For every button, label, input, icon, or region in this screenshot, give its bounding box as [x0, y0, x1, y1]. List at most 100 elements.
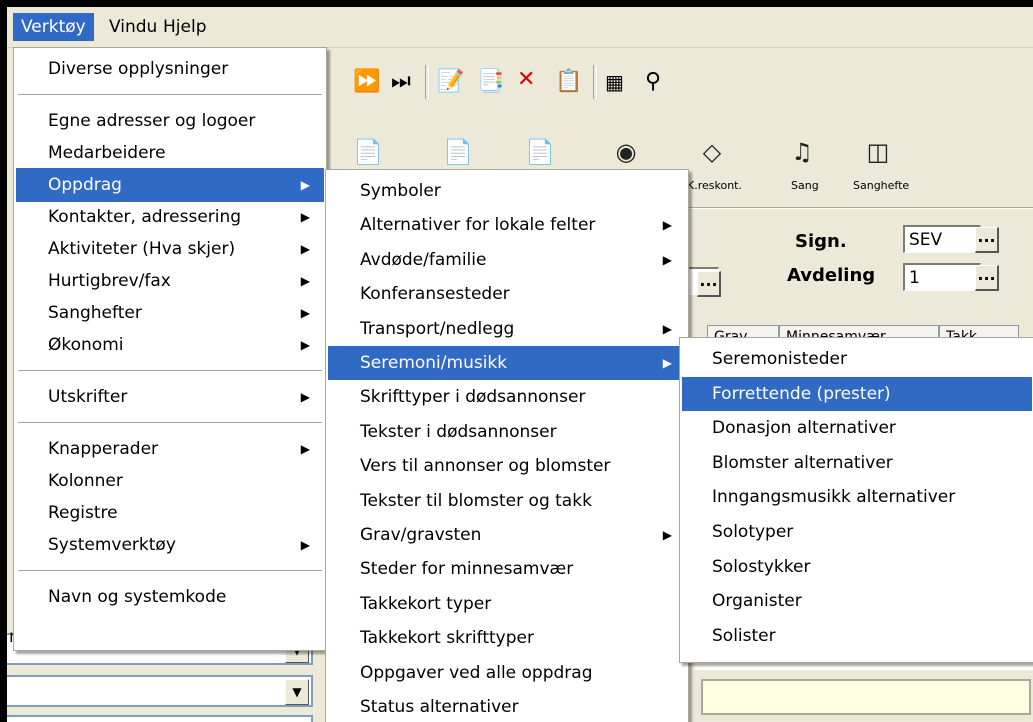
kreskont-label: K.reskont.	[687, 179, 742, 192]
menu-item-tekster-i-d-dsannonser[interactable]: Tekster i dødsannonser	[328, 415, 686, 449]
menu-item-registre[interactable]: Registre	[16, 496, 324, 530]
menu-item-grav-gravsten[interactable]: Grav/gravsten ▶	[328, 518, 686, 552]
menu-item-label: Symboler	[360, 181, 441, 201]
book-icon[interactable]: ◇	[697, 135, 727, 169]
menu-item-label: Utskrifter	[48, 387, 128, 407]
menu-item-kontakter-adressering[interactable]: Kontakter, adressering ▶	[16, 200, 324, 234]
menu-item-konomi[interactable]: Økonomi ▶	[16, 328, 324, 362]
menu-item-label: Diverse opplysninger	[48, 59, 229, 79]
menu-item-inngangsmusikk-alternativer[interactable]: Inngangsmusikk alternativer	[682, 480, 1032, 514]
menu-item-label: Kontakter, adressering	[48, 207, 242, 227]
submenu-arrow-icon: ▶	[300, 210, 310, 224]
menu-item-kolonner[interactable]: Kolonner	[16, 464, 324, 498]
menu-item-donasjon-alternativer[interactable]: Donasjon alternativer	[682, 411, 1032, 445]
delete-icon[interactable]: ✕	[517, 67, 535, 93]
menu-item-solotyper[interactable]: Solotyper	[682, 515, 1032, 549]
arrow-doc-icon[interactable]: 📑	[477, 69, 504, 95]
sign-lookup-button[interactable]: ...	[975, 227, 999, 253]
menu-item-label: Tekster til blomster og takk	[360, 490, 592, 511]
copy-icon[interactable]: 📋	[555, 69, 582, 95]
menu-item-konferansesteder[interactable]: Konferansesteder	[328, 277, 686, 311]
menu-item-label: Systemverktøy	[48, 535, 176, 555]
piggy-bank-icon[interactable]: ◉	[611, 135, 641, 169]
oppdrag-submenu: Symboler Alternativer for lokale felter ▶ A…	[325, 169, 689, 722]
avdeling-field[interactable]: 1	[903, 263, 981, 291]
menu-item-label: Steder for minnesamvær	[360, 559, 574, 580]
menu-item-symboler[interactable]: Symboler	[328, 174, 686, 208]
music-icon[interactable]: ♫	[787, 135, 817, 169]
menu-item-sanghefter[interactable]: Sanghefter ▶	[16, 296, 324, 330]
menu-item-label: Status alternativer	[360, 697, 519, 717]
chevron-down-icon[interactable]: ▼	[285, 679, 309, 705]
menu-item-label: Oppdrag	[48, 175, 122, 195]
doc-up-icon[interactable]: 📄	[443, 135, 473, 169]
menu-item-knapperader[interactable]: Knapperader ▶	[16, 432, 324, 466]
left-combo-3[interactable]	[7, 715, 313, 722]
menu-item-takkekort-typer[interactable]: Takkekort typer	[328, 587, 686, 621]
menu-item-organister[interactable]: Organister	[682, 584, 1032, 618]
menu-item-aktiviteter-hva-skjer[interactable]: Aktiviteter (Hva skjer) ▶	[16, 232, 324, 266]
menu-item-status-alternativer[interactable]: Status alternativer	[328, 690, 686, 722]
menu-item-medarbeidere[interactable]: Medarbeidere	[16, 136, 324, 170]
menu-item-label: Hurtigbrev/fax	[48, 271, 171, 291]
menu-item-seremonisteder[interactable]: Seremonisteder	[682, 342, 1032, 376]
menu-separator	[18, 370, 322, 371]
right-panel-yellow-field[interactable]	[701, 679, 1031, 715]
menu-item-avd-de-familie[interactable]: Avdøde/familie ▶	[328, 243, 686, 277]
menu-item-hurtigbrev-fax[interactable]: Hurtigbrev/fax ▶	[16, 264, 324, 298]
menu-item-label: Vers til annonser og blomster	[360, 456, 611, 477]
menu-item-label: Knapperader	[48, 439, 159, 459]
partial-lookup-button[interactable]: ...	[697, 271, 721, 297]
menu-bar: Verktøy Vindu Hjelp	[7, 7, 1033, 48]
key-icon[interactable]: ⚲	[645, 69, 661, 95]
menu-hjelp[interactable]: Hjelp	[155, 13, 214, 41]
booklet-icon[interactable]: ◫	[863, 135, 893, 169]
submenu-arrow-icon: ▶	[300, 442, 310, 456]
menu-item-oppdrag[interactable]: Oppdrag ▶	[16, 168, 324, 202]
menu-item-seremoni-musikk[interactable]: Seremoni/musikk ▶	[328, 346, 686, 380]
menu-item-forrettende-prester[interactable]: Forrettende (prester)	[682, 376, 1032, 411]
sign-field[interactable]: SEV	[903, 225, 981, 253]
menu-item-transport-nedlegg[interactable]: Transport/nedlegg ▶	[328, 312, 686, 346]
menu-item-egne-adresser-og-logoer[interactable]: Egne adresser og logoer	[16, 104, 324, 138]
sign-label: Sign.	[795, 231, 847, 252]
menu-item-takkekort-skrifttyper[interactable]: Takkekort skrifttyper	[328, 621, 686, 655]
menu-item-label: Konferansesteder	[360, 284, 510, 305]
menu-item-skrifttyper-i-d-dsannonser[interactable]: Skrifttyper i dødsannonser	[328, 380, 686, 414]
menu-item-diverse-opplysninger[interactable]: Diverse opplysninger	[16, 52, 324, 86]
menu-item-alternativer-for-lokale-felter[interactable]: Alternativer for lokale felter ▶	[328, 208, 686, 242]
menu-item-label: Tekster i dødsannonser	[360, 421, 557, 442]
menu-item-label: Egne adresser og logoer	[48, 111, 256, 131]
edit-doc-icon[interactable]: 📝	[437, 69, 464, 95]
menu-item-label: Inngangsmusikk alternativer	[712, 487, 956, 508]
toolbar-separator	[425, 65, 429, 99]
menu-item-label: Grav/gravsten	[360, 525, 482, 545]
menu-item-oppgaver-ved-alle-oppdrag[interactable]: Oppgaver ved alle oppdrag	[328, 656, 686, 690]
submenu-arrow-icon: ▶	[300, 178, 310, 192]
doc-down-icon[interactable]: 📄	[525, 135, 555, 169]
submenu-arrow-icon: ▶	[300, 538, 310, 552]
menu-verktoy[interactable]: Verktøy	[13, 13, 94, 41]
menu-separator	[18, 570, 322, 571]
menu-item-systemverkt-y[interactable]: Systemverktøy ▶	[16, 528, 324, 562]
menu-item-tekster-til-blomster-og-takk[interactable]: Tekster til blomster og takk	[328, 484, 686, 518]
menu-item-steder-for-minnesamv-r[interactable]: Steder for minnesamvær	[328, 552, 686, 586]
calculator-icon[interactable]: ▦	[605, 69, 624, 95]
doc-up-icon[interactable]: 📄	[353, 135, 383, 169]
skip-end-icon[interactable]: ⏭	[391, 69, 411, 95]
fast-forward-icon[interactable]: ⏩	[353, 69, 380, 95]
verktoy-menu: Diverse opplysninger Egne adresser og log…	[13, 47, 327, 651]
avdeling-lookup-button[interactable]: ...	[975, 265, 999, 291]
menu-item-blomster-alternativer[interactable]: Blomster alternativer	[682, 446, 1032, 480]
menu-item-solister[interactable]: Solister	[682, 619, 1032, 653]
menu-item-label: Blomster alternativer	[712, 452, 893, 473]
seremoni-submenu: Seremonisteder Forrettende (prester) Donas…	[679, 337, 1033, 663]
left-combo-2[interactable]: ▼	[7, 675, 313, 707]
menu-item-utskrifter[interactable]: Utskrifter ▶	[16, 380, 324, 414]
menu-item-solostykker[interactable]: Solostykker	[682, 550, 1032, 584]
menu-item-label: Transport/nedlegg	[360, 318, 515, 339]
submenu-arrow-icon: ▶	[662, 356, 672, 370]
menu-separator	[18, 94, 322, 95]
menu-item-navn-og-systemkode[interactable]: Navn og systemkode	[16, 580, 324, 614]
menu-item-vers-til-annonser-og-blomster[interactable]: Vers til annonser og blomster	[328, 449, 686, 483]
